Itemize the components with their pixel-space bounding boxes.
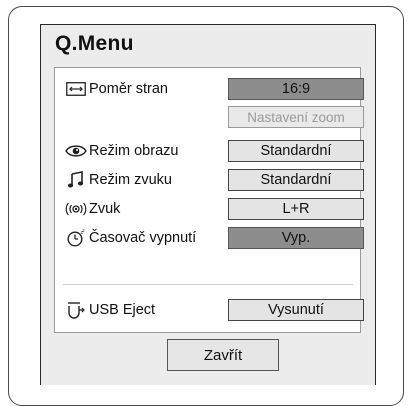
- sound-mode-label: Režim zvuku: [89, 172, 172, 188]
- divider: [63, 284, 353, 285]
- sound-wave-icon: [65, 197, 87, 221]
- picture-mode-row[interactable]: Režim obrazu Standardní: [55, 139, 364, 163]
- usb-eject-label: USB Eject: [89, 302, 156, 318]
- usb-eject-button[interactable]: Vysunutí: [228, 299, 364, 321]
- sleep-timer-label: Časovač vypnutí: [89, 230, 197, 246]
- picture-mode-label: Režim obrazu: [89, 143, 179, 159]
- aspect-ratio-value[interactable]: 16:9: [228, 78, 364, 100]
- aspect-ratio-row[interactable]: Poměr stran 16:9: [55, 77, 364, 101]
- svg-text:z: z: [83, 229, 85, 233]
- settings-list: Poměr stran 16:9 Nastavení zoom Režim ob…: [54, 67, 364, 333]
- audio-value[interactable]: L+R: [228, 198, 364, 220]
- aspect-ratio-label: Poměr stran: [89, 81, 168, 97]
- q-menu-panel: Q.Menu Poměr stran 16:9 Nastavení zoom R…: [40, 24, 376, 385]
- zoom-settings-row: Nastavení zoom: [55, 105, 364, 129]
- picture-mode-value[interactable]: Standardní: [228, 140, 364, 162]
- sound-mode-value[interactable]: Standardní: [228, 169, 364, 191]
- sound-mode-row[interactable]: Režim zvuku Standardní: [55, 168, 364, 192]
- sleep-timer-row[interactable]: z z Časovač vypnutí Vyp.: [55, 226, 364, 250]
- audio-row[interactable]: Zvuk L+R: [55, 197, 364, 221]
- usb-eject-row[interactable]: USB Eject Vysunutí: [55, 298, 364, 322]
- eye-icon: [65, 139, 87, 163]
- close-button[interactable]: Zavřít: [167, 339, 279, 371]
- usb-eject-icon: [65, 298, 87, 322]
- zoom-settings-button: Nastavení zoom: [228, 106, 364, 128]
- music-note-icon: [65, 168, 87, 192]
- menu-title: Q.Menu: [55, 32, 134, 55]
- sleep-timer-value[interactable]: Vyp.: [228, 227, 364, 249]
- aspect-ratio-icon: [65, 77, 87, 101]
- timer-clock-icon: z z: [65, 226, 87, 250]
- audio-label: Zvuk: [89, 201, 121, 217]
